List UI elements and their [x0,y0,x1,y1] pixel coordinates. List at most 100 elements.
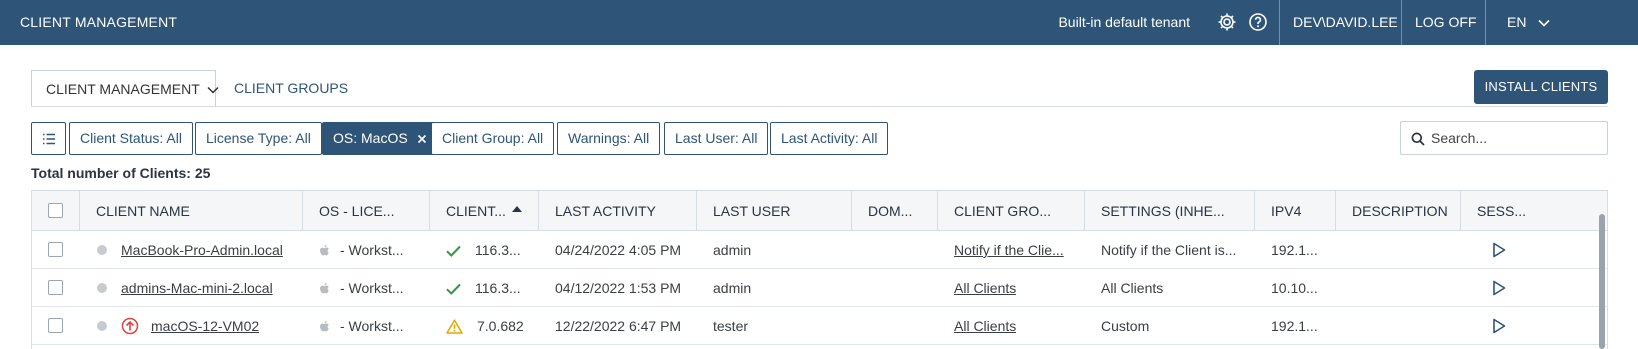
os-license: - Workst... [340,242,404,258]
table-row[interactable]: macOS-12-VM02 - Workst... 7.0.682 12/22/… [32,307,1607,345]
column-last-activity[interactable]: LAST ACTIVITY [539,191,697,231]
divider [1401,0,1402,45]
last-user: admin [713,242,752,258]
tabs-divider [31,106,1608,107]
filter-os[interactable]: OS: MacOS [322,122,438,155]
clients-table: CLIENT NAME OS - LICE... CLIENT... LAST … [31,190,1608,349]
chevron-down-icon [1538,20,1550,27]
ipv4-value: 192.1... [1271,318,1318,334]
install-clients-button[interactable]: INSTALL CLIENTS [1474,70,1608,104]
version-cell: 116.3... [446,231,521,269]
filter-client-status[interactable]: Client Status: All [69,122,193,155]
filter-last-activity[interactable]: Last Activity: All [770,122,889,155]
last-activity: 04/24/2022 4:05 PM [555,242,682,258]
column-session[interactable]: SESS... [1461,191,1607,231]
tab-client-management[interactable]: CLIENT MANAGEMENT [31,70,219,107]
column-client-group[interactable]: CLIENT GRO... [938,191,1085,231]
play-icon[interactable] [1492,280,1506,296]
apple-icon [320,320,329,332]
os-cell: - Workst... [319,269,404,307]
last-user: admin [713,280,752,296]
last-activity: 04/12/2022 1:53 PM [555,280,682,296]
client-name: macOS-12-VM02 [151,318,260,334]
checkmark-icon [446,283,461,295]
filter-last-user[interactable]: Last User: All [664,122,769,155]
client-group-link[interactable]: All Clients [954,307,1016,345]
os-cell: - Workst... [319,307,404,345]
column-list-button[interactable] [31,122,66,155]
row-checkbox[interactable] [48,318,63,333]
tenant-name[interactable]: Built-in default tenant [1058,14,1190,30]
filter-os-label: OS: MacOS [333,130,408,146]
client-version: 116.3... [475,242,521,258]
client-group: Notify if the Clie... [954,242,1064,258]
top-bar: CLIENT MANAGEMENT Built-in default tenan… [0,0,1638,45]
client-group-link[interactable]: All Clients [954,269,1016,307]
warning-icon [446,319,463,334]
column-last-user[interactable]: LAST USER [697,191,852,231]
last-activity: 12/22/2022 6:47 PM [555,318,682,334]
logoff-link[interactable]: LOG OFF [1415,14,1476,30]
apple-icon [320,282,329,294]
chevron-down-icon [207,87,219,94]
play-icon[interactable] [1492,318,1506,334]
column-client-name[interactable]: CLIENT NAME [80,191,303,231]
ipv4-value: 192.1... [1271,242,1318,258]
os-license: - Workst... [340,318,404,334]
language-selector[interactable]: EN [1507,14,1550,30]
column-client-version-label: CLIENT... [446,203,506,219]
client-name: admins-Mac-mini-2.local [121,280,273,296]
select-all-checkbox[interactable] [48,203,63,218]
client-group: All Clients [954,318,1017,334]
status-dot [97,321,107,331]
row-checkbox[interactable] [48,242,63,257]
help-circle-icon[interactable] [1248,12,1268,32]
search-input[interactable] [1431,130,1601,146]
client-name-link[interactable]: macOS-12-VM02 [151,307,259,345]
version-cell: 7.0.682 [446,307,524,345]
client-version: 116.3... [475,280,521,296]
column-domain[interactable]: DOM... [852,191,938,231]
checkmark-icon [446,245,461,257]
filter-warnings[interactable]: Warnings: All [557,122,661,155]
status-dot [97,245,107,255]
update-required-icon [121,317,139,335]
language-label: EN [1507,14,1527,30]
close-icon[interactable] [417,134,427,144]
client-version: 7.0.682 [477,318,524,334]
table-row[interactable]: MacBook-Pro-Admin.local - Workst... 116.… [32,231,1607,269]
list-icon [42,134,55,145]
filter-license-type[interactable]: License Type: All [195,122,322,155]
column-os-license[interactable]: OS - LICE... [303,191,430,231]
table-header: CLIENT NAME OS - LICE... CLIENT... LAST … [32,191,1607,231]
settings-value: Notify if the Client is... [1101,242,1237,258]
tab-label: CLIENT MANAGEMENT [46,81,200,97]
column-client-version[interactable]: CLIENT... [430,191,539,231]
total-clients: Total number of Clients: 25 [31,165,211,181]
user-menu[interactable]: DEV\DAVID.LEE [1293,14,1398,30]
play-icon[interactable] [1492,242,1506,258]
gear-icon[interactable] [1217,12,1237,32]
column-settings[interactable]: SETTINGS (INHE... [1085,191,1255,231]
client-name-link[interactable]: MacBook-Pro-Admin.local [121,231,283,269]
filter-client-group[interactable]: Client Group: All [431,122,555,155]
table-scrollbar[interactable] [1599,214,1605,349]
os-cell: - Workst... [319,231,404,269]
column-ipv4[interactable]: IPV4 [1255,191,1336,231]
divider [1279,0,1280,45]
divider [1485,0,1486,45]
client-name-link[interactable]: admins-Mac-mini-2.local [121,269,273,307]
sort-ascending-icon [512,206,522,212]
settings-value: All Clients [1101,280,1164,296]
search-box[interactable] [1400,121,1608,155]
table-row[interactable]: admins-Mac-mini-2.local - Workst... 116.… [32,269,1607,307]
column-description[interactable]: DESCRIPTION [1336,191,1461,231]
client-group-link[interactable]: Notify if the Clie... [954,231,1064,269]
app-title: CLIENT MANAGEMENT [20,14,178,30]
search-icon [1411,132,1425,146]
settings-value: Custom [1101,318,1150,334]
version-cell: 116.3... [446,269,521,307]
row-checkbox[interactable] [48,280,63,295]
apple-icon [320,244,329,256]
tab-client-groups[interactable]: CLIENT GROUPS [220,70,362,107]
